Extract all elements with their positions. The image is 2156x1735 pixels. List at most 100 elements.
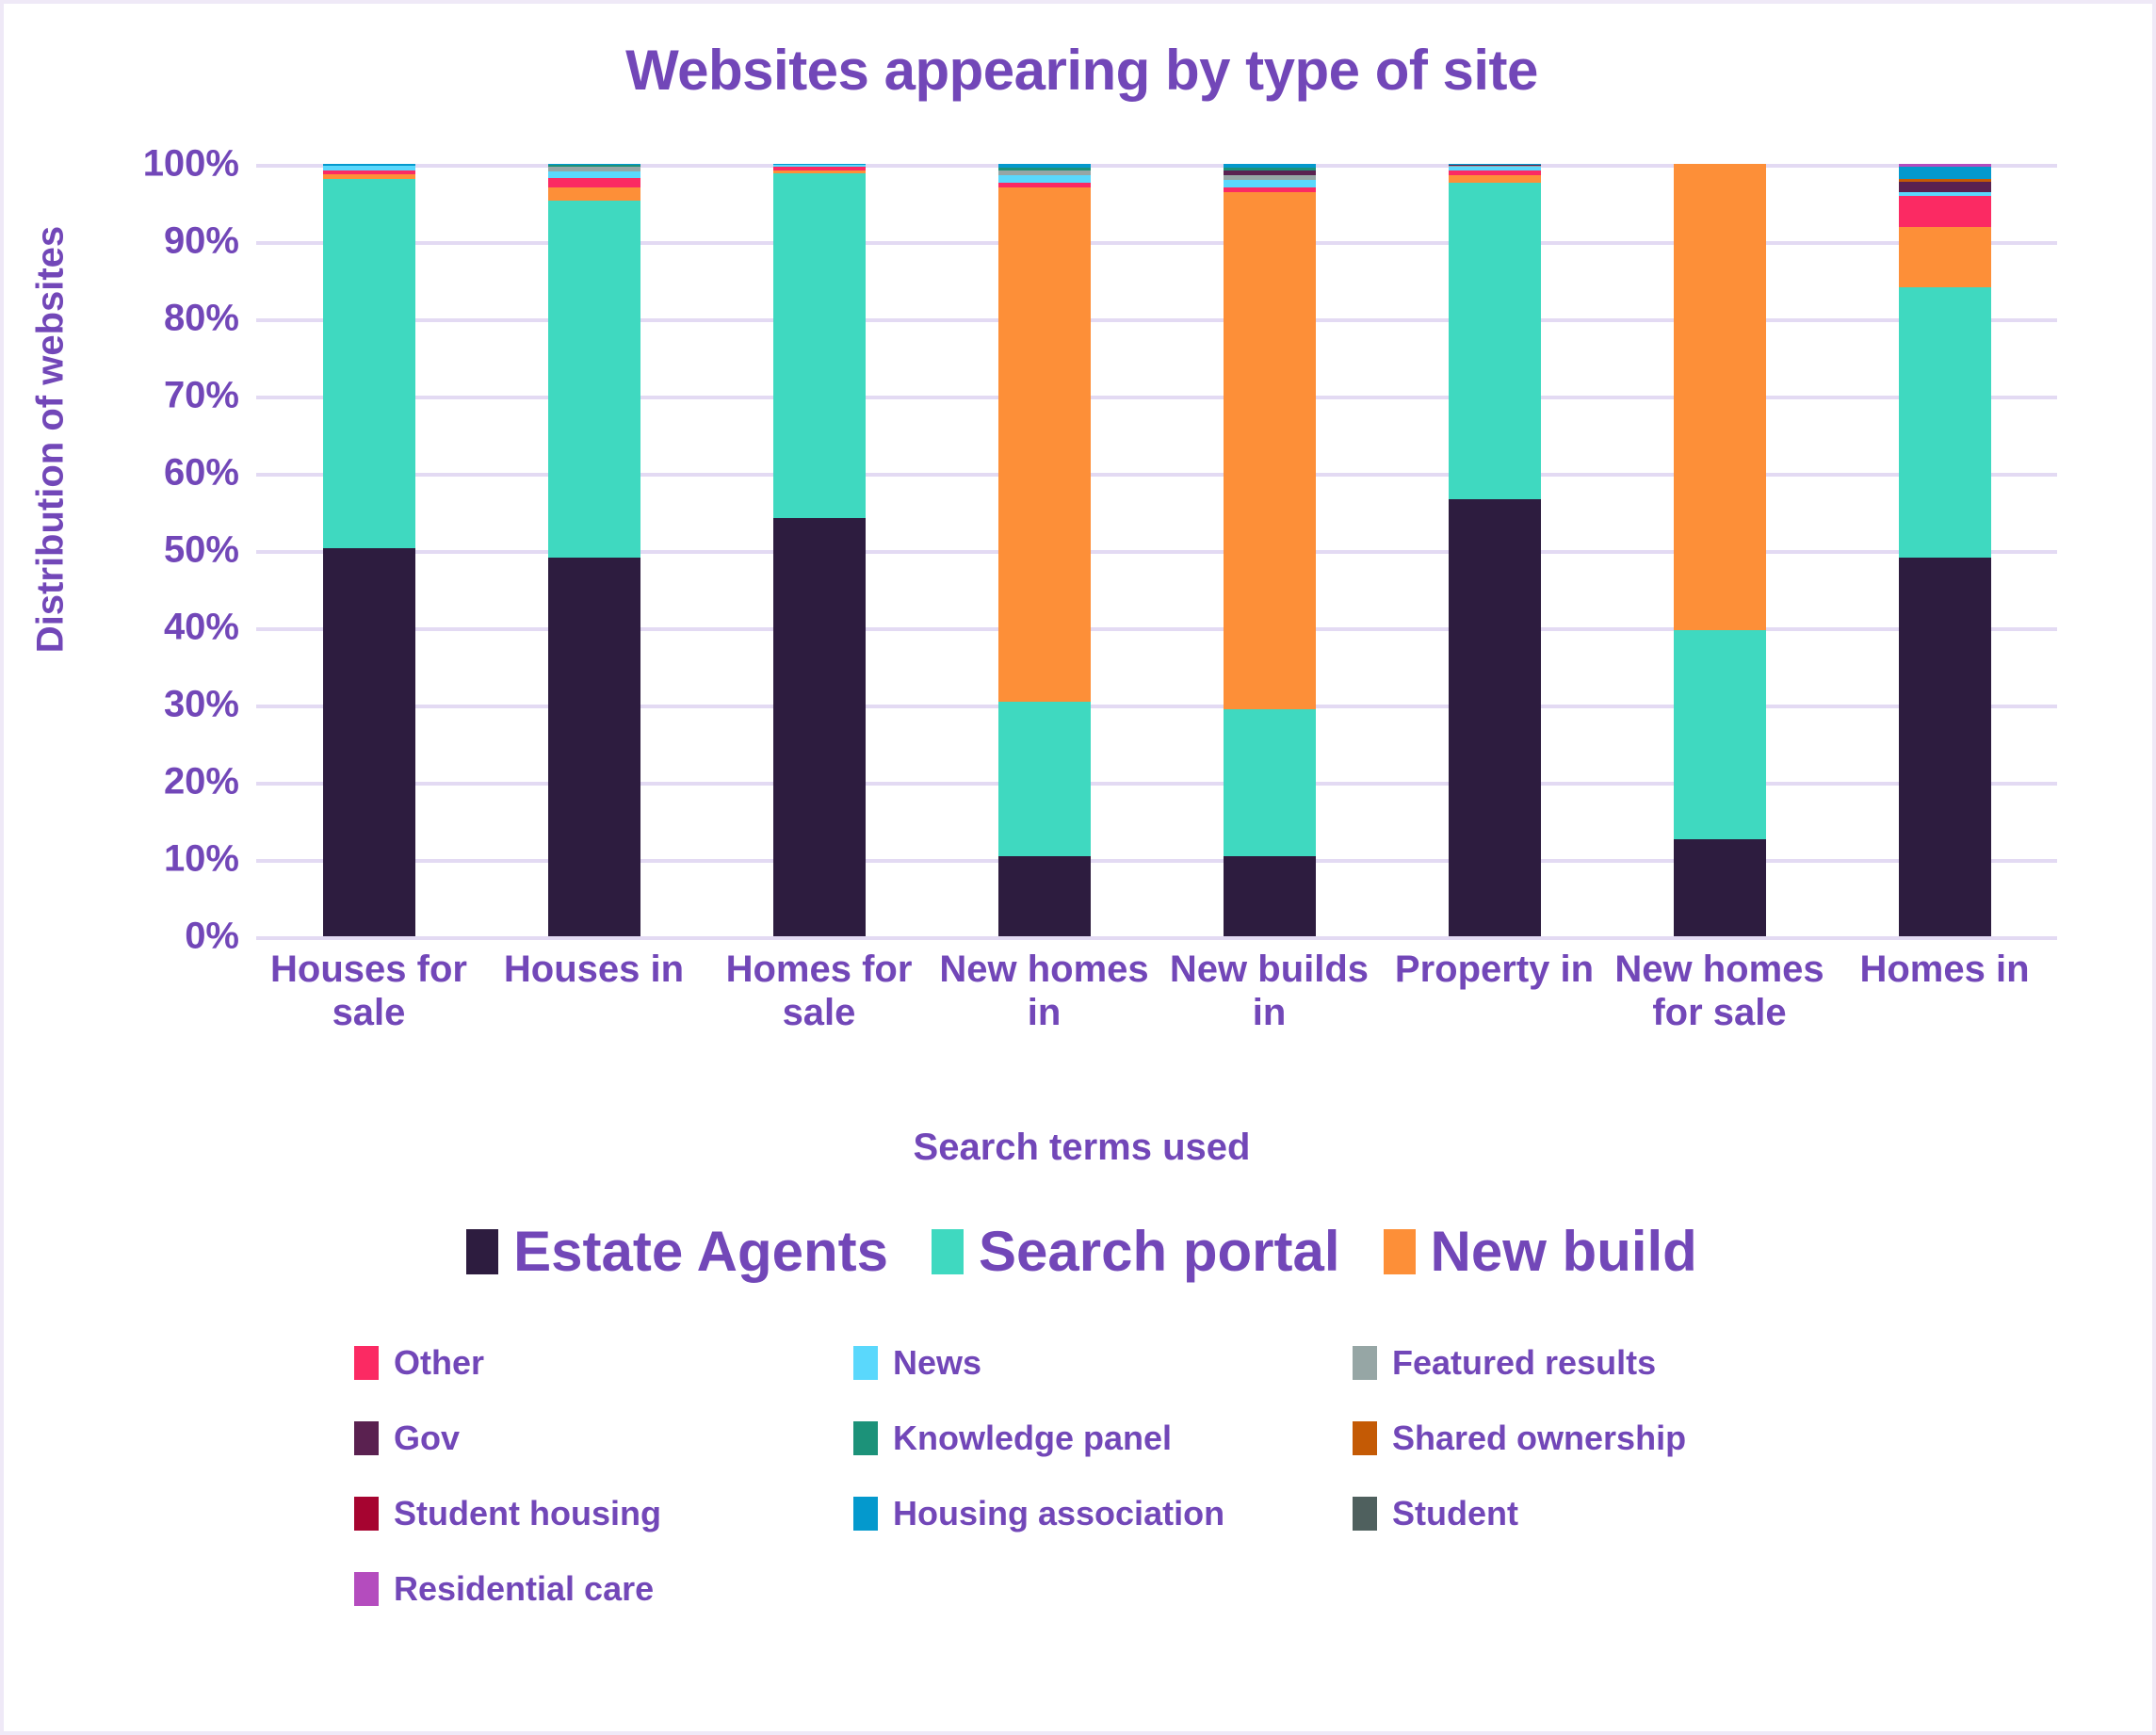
legend-item-label: New build (1430, 1220, 1697, 1283)
bar-segment[interactable] (1448, 175, 1541, 183)
stacked-bar[interactable] (772, 164, 866, 936)
legend-swatch-icon (853, 1497, 878, 1531)
bar-segment[interactable] (322, 548, 415, 936)
bar-segment[interactable] (1673, 838, 1766, 936)
legend-item[interactable]: Other (354, 1343, 853, 1383)
legend-item[interactable]: Featured results (1353, 1343, 1824, 1383)
stacked-bar[interactable] (322, 164, 415, 936)
bar-segment[interactable] (1223, 180, 1316, 188)
stacked-bar[interactable] (1448, 164, 1541, 936)
legend-secondary: Other News Featured results Gov Knowledge pa… (354, 1343, 1824, 1609)
legend-item-label: Estate Agents (513, 1220, 889, 1283)
y-axis-tick-label: 90% (163, 219, 239, 262)
bar-column[interactable] (706, 164, 932, 936)
bar-segment[interactable] (1673, 630, 1766, 839)
stacked-bar[interactable] (1673, 164, 1766, 936)
legend-item[interactable]: Student housing (354, 1494, 853, 1533)
bar-segment[interactable] (1898, 196, 1991, 228)
bar-segment[interactable] (1223, 855, 1316, 936)
bar-segment[interactable] (1448, 182, 1541, 499)
legend-item[interactable]: Shared ownership (1353, 1419, 1824, 1458)
legend-item-label: Featured results (1392, 1343, 1657, 1382)
legend-swatch-icon (354, 1346, 379, 1380)
legend-item[interactable]: Student (1353, 1494, 1824, 1533)
legend-item-label: Student (1392, 1494, 1518, 1532)
bar-column[interactable] (1607, 164, 1832, 936)
stacked-bar[interactable] (547, 164, 640, 936)
bar-segment[interactable] (772, 172, 866, 518)
y-axis-title: Distribution of websites (29, 225, 72, 654)
bar-segment[interactable] (1223, 192, 1316, 709)
bar-segment[interactable] (1898, 287, 1991, 559)
stacked-bar[interactable] (997, 164, 1091, 936)
plot-area (256, 164, 2057, 940)
stacked-bar[interactable] (1223, 164, 1316, 936)
legend-item-label: Shared ownership (1392, 1419, 1687, 1457)
bar-segment[interactable] (547, 177, 640, 187)
bar-column[interactable] (481, 164, 706, 936)
bar-segment[interactable] (322, 179, 415, 549)
chart-page: Websites appearing by type of site Distr… (0, 0, 2156, 1735)
bar-segment[interactable] (997, 174, 1091, 183)
legend-item-label: Housing association (893, 1494, 1225, 1532)
legend-item-label: Gov (394, 1419, 461, 1457)
y-axis-tick-label: 70% (163, 374, 239, 416)
legend-swatch-icon (853, 1421, 878, 1455)
y-axis-tick-label: 30% (163, 683, 239, 725)
x-axis-tick-label: Homes in (1859, 949, 2030, 990)
bar-column[interactable] (256, 164, 481, 936)
bar-segment[interactable] (1673, 164, 1766, 631)
legend-primary: Estate Agents Search portal New build (4, 1219, 2152, 1284)
legend-item[interactable]: Residential care (354, 1569, 853, 1609)
legend-swatch-icon (354, 1421, 379, 1455)
stacked-bar[interactable] (1898, 164, 1991, 936)
bar-segment[interactable] (547, 201, 640, 559)
bar-segment[interactable] (1898, 558, 1991, 936)
legend-item-label: News (893, 1343, 982, 1382)
legend-swatch-icon (354, 1572, 379, 1606)
bar-column[interactable] (932, 164, 1157, 936)
legend-swatch-icon (1353, 1497, 1377, 1531)
bar-segment[interactable] (1898, 181, 1991, 192)
bar-column[interactable] (1382, 164, 1607, 936)
page-title: Websites appearing by type of site (625, 39, 1538, 102)
legend-item-label: Other (394, 1343, 485, 1382)
x-axis-tick-label: New homes for sale (1614, 949, 1824, 1033)
y-axis-tick-label: 40% (163, 606, 239, 648)
legend-item[interactable]: Housing association (853, 1494, 1353, 1533)
bar-column[interactable] (1157, 164, 1382, 936)
legend-item-label: Residential care (394, 1569, 655, 1608)
legend-item[interactable]: Search portal (932, 1219, 1340, 1284)
legend-item[interactable]: Gov (354, 1419, 853, 1458)
legend-item-label: Search portal (979, 1220, 1340, 1283)
gridline (256, 936, 2057, 940)
bar-segment[interactable] (997, 186, 1091, 702)
legend-swatch-icon (853, 1346, 878, 1380)
bar-segment[interactable] (547, 558, 640, 936)
bar-segment[interactable] (547, 186, 640, 202)
bar-segment[interactable] (997, 701, 1091, 856)
x-axis-tick-label: Houses for sale (270, 949, 467, 1033)
y-axis-tick-label: 60% (163, 451, 239, 494)
y-axis-tick-label: 20% (163, 760, 239, 803)
y-axis-tick-label: 10% (163, 837, 239, 880)
legend-item[interactable]: Knowledge panel (853, 1419, 1353, 1458)
legend-swatch-icon (1353, 1346, 1377, 1380)
bar-segment[interactable] (1898, 227, 1991, 288)
x-axis-tick-label: Property in (1394, 949, 1595, 990)
legend-swatch-icon (354, 1497, 379, 1531)
bar-segment[interactable] (1448, 498, 1541, 936)
legend-item[interactable]: Estate Agents (466, 1219, 888, 1284)
y-axis-tick-label: 100% (142, 142, 239, 185)
bar-segment[interactable] (1223, 708, 1316, 856)
bar-segment[interactable] (772, 517, 866, 936)
legend-item[interactable]: News (853, 1343, 1353, 1383)
bar-column[interactable] (1832, 164, 2057, 936)
legend-swatch-icon (1353, 1421, 1377, 1455)
legend-item[interactable]: New build (1383, 1219, 1697, 1284)
legend-swatch-icon (466, 1228, 499, 1274)
bar-segment[interactable] (1898, 167, 1991, 179)
legend-swatch-icon (932, 1228, 965, 1274)
legend-swatch-icon (1383, 1228, 1416, 1274)
bar-segment[interactable] (997, 855, 1091, 936)
